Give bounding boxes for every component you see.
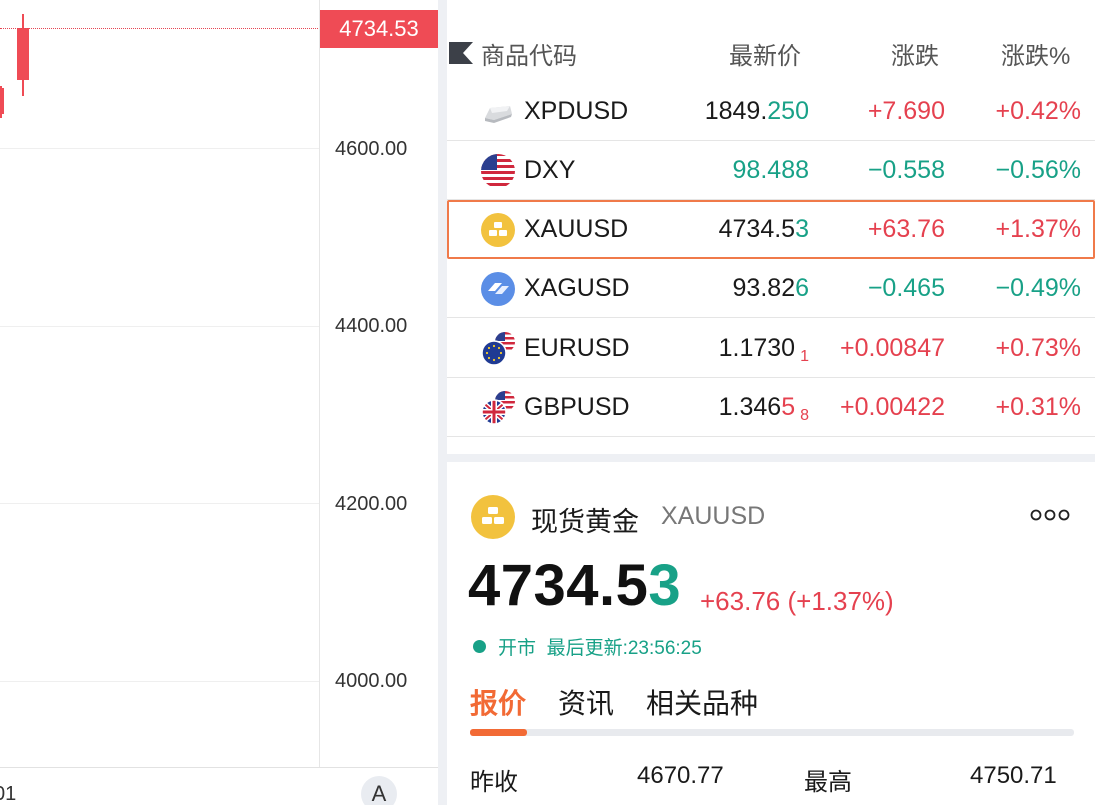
header-change-pct[interactable]: 涨跌% — [1001, 36, 1070, 71]
grid-line — [0, 681, 319, 682]
grid-line — [0, 148, 319, 149]
active-tab-indicator — [470, 729, 527, 736]
watchlist-row-xagusd[interactable]: XAGUSD 93.826 −0.465 −0.49% — [447, 259, 1095, 318]
row-price: 93.826 — [732, 274, 809, 302]
y-axis-label: 4200.00 — [335, 493, 408, 515]
row-symbol: XPDUSD — [524, 97, 629, 125]
watchlist-header: 商品代码 最新价 涨跌 涨跌% — [447, 22, 1095, 82]
instrument-detail: 现货黄金 XAUUSD 4734.53 +63.76 (+1.37%) 开市 最… — [447, 462, 1095, 805]
eu-us-flag-icon — [481, 332, 515, 366]
section-separator — [447, 454, 1095, 462]
watchlist-row-dxy[interactable]: DXY 98.488 −0.558 −0.56% — [447, 141, 1095, 200]
row-change: −0.558 — [867, 156, 945, 184]
uk-us-flag-icon — [481, 391, 515, 425]
gold-icon — [481, 213, 515, 247]
price-axis-divider — [319, 0, 320, 768]
current-price-tag: 4734.53 — [320, 10, 438, 48]
tab-news[interactable]: 资讯 — [558, 682, 614, 722]
tab-quote[interactable]: 报价 — [470, 682, 526, 722]
palladium-icon — [485, 106, 512, 123]
row-change: −0.465 — [867, 274, 945, 302]
status-dot-icon — [473, 640, 486, 653]
pane-divider[interactable] — [438, 0, 447, 805]
row-change-pct: +0.31% — [995, 393, 1082, 421]
last-price: 4734.53 — [468, 553, 682, 618]
x-axis-label: 01 — [0, 783, 17, 805]
prev-close-value: 4670.77 — [637, 762, 724, 789]
silver-icon — [481, 272, 515, 306]
tab-track — [470, 729, 1074, 736]
row-price: 1.3465 8 — [718, 393, 809, 424]
row-price: 1849.250 — [704, 97, 809, 125]
row-change-pct: +0.73% — [995, 334, 1082, 362]
row-price: 4734.53 — [718, 215, 809, 243]
row-symbol: GBPUSD — [524, 393, 630, 421]
prev-close-label: 昨收 — [470, 769, 518, 796]
row-change-pct: +0.42% — [995, 97, 1082, 125]
row-change-pct: −0.56% — [995, 156, 1082, 184]
header-symbol[interactable]: 商品代码 — [481, 36, 577, 71]
row-symbol: XAGUSD — [524, 274, 630, 302]
row-change: +0.00422 — [840, 393, 945, 421]
auto-scale-button[interactable]: A — [361, 776, 397, 805]
y-axis-label: 4000.00 — [335, 670, 408, 692]
candle-body — [17, 28, 29, 80]
grid-line — [0, 326, 319, 327]
row-price: 98.488 — [732, 156, 809, 184]
header-change[interactable]: 涨跌 — [891, 36, 939, 71]
row-price: 1.1730 1 — [718, 334, 809, 365]
watchlist-row-xauusd[interactable]: XAUUSD 4734.53 +63.76 +1.37% — [447, 200, 1095, 259]
tab-related[interactable]: 相关品种 — [646, 682, 758, 722]
watchlist-row-eurusd[interactable]: EURUSD 1.1730 1 +0.00847 +0.73% — [447, 319, 1095, 378]
row-symbol: DXY — [524, 156, 576, 184]
flag-marker-icon — [449, 42, 473, 64]
more-options-icon[interactable] — [1030, 508, 1070, 522]
row-symbol: EURUSD — [524, 334, 630, 362]
high-label: 最高 — [804, 769, 852, 796]
high-value: 4750.71 — [970, 762, 1057, 789]
row-symbol: XAUUSD — [524, 215, 629, 243]
grid-line — [0, 503, 319, 504]
row-change: +7.690 — [867, 97, 945, 125]
us-flag-icon — [481, 154, 515, 188]
watchlist-row-gbpusd[interactable]: GBPUSD 1.3465 8 +0.00422 +0.31% — [447, 378, 1095, 437]
watchlist: 商品代码 最新价 涨跌 涨跌% XPDUSD 1849.250 +7.690 +… — [447, 0, 1095, 455]
watchlist-row-xpdusd[interactable]: XPDUSD 1849.250 +7.690 +0.42% — [447, 82, 1095, 141]
instrument-code: XAUUSD — [661, 502, 766, 530]
instrument-name: 现货黄金 — [531, 507, 639, 537]
candlestick-chart[interactable]: 4734.53 4600.00 4400.00 4200.00 4000.00 … — [0, 0, 438, 805]
y-axis-label: 4400.00 — [335, 315, 408, 337]
row-change: +63.76 — [867, 215, 945, 243]
gold-icon — [471, 495, 515, 539]
row-change-pct: +1.37% — [995, 215, 1082, 243]
candle-body — [0, 88, 4, 114]
header-price[interactable]: 最新价 — [729, 36, 801, 71]
row-change-pct: −0.49% — [995, 274, 1082, 302]
time-axis-line — [0, 767, 438, 768]
last-updated: 最后更新:23:56:25 — [546, 638, 702, 659]
market-status: 开市 最后更新:23:56:25 — [473, 633, 702, 660]
current-price-line — [0, 28, 320, 29]
row-change: +0.00847 — [840, 334, 945, 362]
y-axis-label: 4600.00 — [335, 138, 408, 160]
price-change: +63.76 (+1.37%) — [700, 586, 894, 616]
